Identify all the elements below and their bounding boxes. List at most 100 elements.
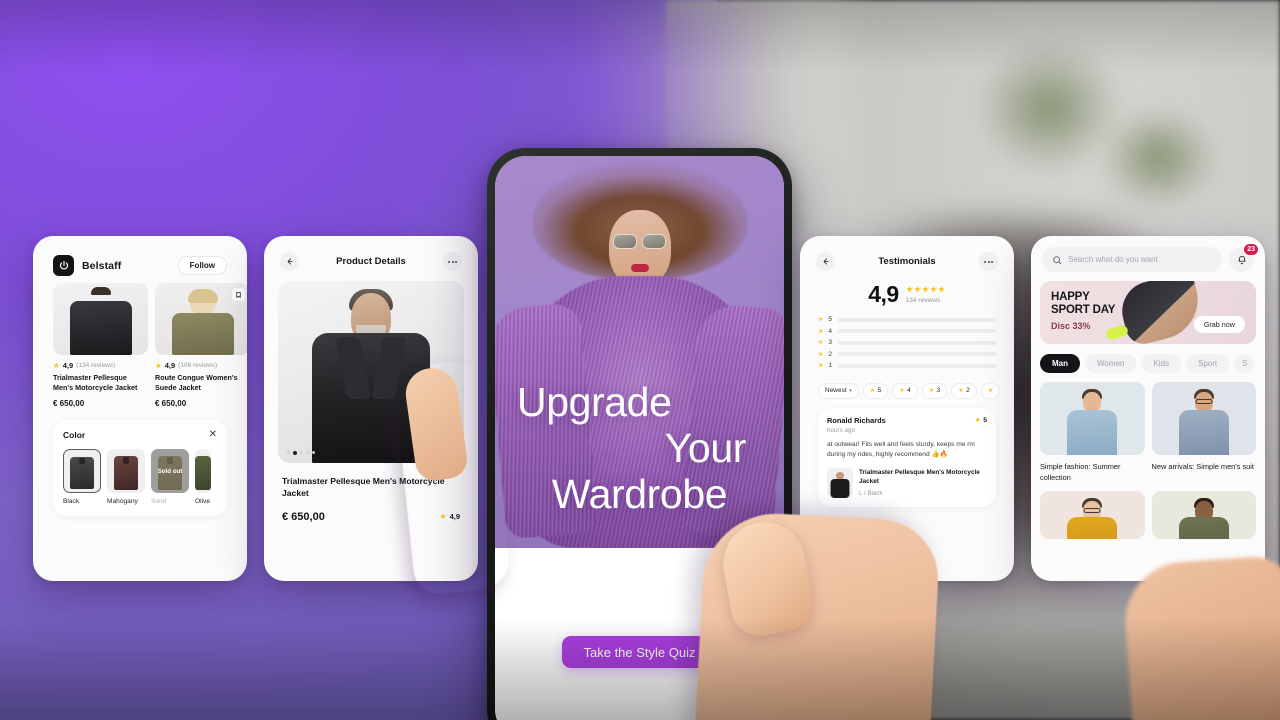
screenshot-stage: Belstaff Follow ★ 4,9 (134 reviews) Tria… — [0, 0, 1280, 720]
follow-button[interactable]: Follow — [177, 256, 227, 275]
product-card[interactable] — [1040, 491, 1145, 540]
rating-bar-track — [838, 329, 996, 333]
more-horizontal-icon[interactable] — [443, 252, 462, 271]
reviewer-name: Ronald Richards — [827, 415, 886, 425]
back-arrow-icon[interactable] — [816, 252, 835, 271]
far-right-hand — [1121, 554, 1280, 720]
filter-chip-2[interactable]: ★ 2 — [951, 382, 977, 399]
rating-bar-row: ★ 2 — [818, 351, 996, 358]
color-swatch-black[interactable]: Black — [63, 449, 101, 505]
notifications-button[interactable]: 23 — [1229, 243, 1259, 272]
color-selector-header: Color ✕ — [63, 430, 217, 441]
search-icon — [1053, 255, 1062, 264]
color-swatch-label: Sand — [151, 498, 167, 506]
chevron-down-icon: ▾ — [849, 387, 852, 394]
product-card[interactable]: Simple fashion: Summer collection — [1040, 382, 1145, 483]
belstaff-logo-icon — [53, 255, 74, 276]
category-chip-man[interactable]: Man — [1040, 354, 1080, 373]
review-count: (106 reviews) — [178, 362, 218, 369]
color-swatch-mahogany[interactable]: Mahogany — [107, 449, 145, 505]
product-card[interactable] — [1151, 491, 1256, 540]
star-icon: ★ — [928, 388, 935, 394]
rating-bar-track — [838, 340, 996, 345]
sort-label: Newest — [825, 387, 847, 394]
page-title: Testimonials — [878, 256, 936, 267]
product-grid-row-2 — [1040, 491, 1256, 540]
color-swatch-label: Mahogany — [107, 498, 138, 506]
rating-value: 4,9 — [164, 361, 176, 370]
rating-detail: ★★★★★ 134 reviews — [906, 284, 946, 306]
color-swatch-sand[interactable]: Sold out Sand — [151, 449, 189, 505]
overall-rating: 4,9 ★★★★★ 134 reviews — [810, 279, 1004, 316]
take-style-quiz-button[interactable]: Take the Style Quiz — [561, 636, 718, 668]
page-title: Product Details — [336, 256, 406, 267]
review-rating: ★ 5 — [974, 416, 987, 425]
hero-headline: Upgrade Your Wardrobe — [495, 379, 784, 518]
promo-athlete-image — [1115, 281, 1207, 344]
bookmark-icon[interactable] — [232, 288, 245, 301]
product-rating: ★ 4,9 (134 reviews) — [53, 361, 148, 370]
rating-bar-track — [838, 352, 996, 356]
color-swatch-olive[interactable]: Olive — [195, 449, 211, 505]
category-chip-sport[interactable]: Sport — [1185, 354, 1230, 373]
product-price: € 650,00 — [155, 399, 187, 409]
rating-bar-row: ★ 4 — [818, 328, 996, 335]
rating-bar-row: ★ 1 — [818, 362, 996, 369]
star-icon: ★ — [818, 351, 824, 358]
product-thumbnail — [53, 283, 148, 355]
star-icon: ★ — [818, 363, 824, 369]
sold-out-overlay: Sold out — [151, 449, 189, 494]
product-variant: L / Black — [859, 489, 883, 497]
bell-icon — [1237, 255, 1246, 264]
filter-chip-label: 4 — [907, 387, 911, 394]
product-title: Trialmaster Pellesque Men's Motorcycle J… — [859, 468, 980, 486]
category-chip-women[interactable]: Women — [1085, 354, 1137, 373]
grab-now-button[interactable]: Grab now — [1193, 316, 1245, 333]
color-swatch-label: Black — [63, 498, 80, 506]
testimonials-header: Testimonials — [810, 246, 1004, 279]
close-icon[interactable]: ✕ — [209, 430, 217, 440]
product-card[interactable]: ★ 4,9 (134 reviews) Trialmaster Pellesqu… — [53, 283, 148, 408]
category-chip-kids[interactable]: Kids — [1141, 354, 1181, 373]
rating-bar-label: 3 — [828, 339, 833, 346]
review-timestamp: hours ago — [827, 426, 856, 434]
product-thumbnail — [155, 283, 247, 355]
rating-value: 4,9 — [62, 361, 74, 370]
sort-dropdown[interactable]: Newest ▾ — [818, 382, 859, 399]
headline-line-1: Upgrade — [517, 379, 672, 425]
product-name: New arrivals: Simple men's suit — [1151, 462, 1254, 471]
back-arrow-icon[interactable] — [280, 252, 299, 271]
brand-shop-card: Belstaff Follow ★ 4,9 (134 reviews) Tria… — [33, 236, 247, 581]
color-label: Color — [63, 430, 86, 441]
brand-name: Belstaff — [82, 259, 122, 272]
star-icon: ★ — [818, 317, 824, 323]
background-plant-blur-2 — [1075, 86, 1242, 231]
product-image — [1040, 491, 1145, 540]
headline-line-3: Wardrobe — [551, 470, 728, 517]
filter-chip-5[interactable]: ★ 5 — [862, 382, 889, 399]
carousel-pager[interactable] — [287, 451, 315, 455]
filter-chip-label: 5 — [877, 387, 882, 394]
product-title: Trialmaster Pellesque Men's Motorcycle J… — [53, 373, 138, 393]
promo-banner[interactable]: HAPPY SPORT DAY Disc 33% Grab now — [1040, 281, 1256, 344]
search-row: Search what do you want 23 — [1040, 243, 1259, 272]
filter-chip-3[interactable]: ★ 3 — [921, 382, 948, 399]
category-chip-partial[interactable]: S — [1234, 354, 1255, 373]
reviewed-product[interactable]: Trialmaster Pellesque Men's Motorcycle J… — [827, 467, 987, 498]
rating-bar-row: ★ 5 — [818, 316, 996, 323]
more-horizontal-icon[interactable] — [979, 252, 998, 271]
rating-bar-label: 1 — [828, 362, 833, 369]
review-text: at outwear! Fits well and feels sturdy, … — [827, 440, 975, 458]
filter-chip-4[interactable]: ★ 4 — [892, 382, 918, 399]
search-input[interactable]: Search what do you want — [1042, 247, 1222, 272]
filter-chip-label: 2 — [966, 387, 970, 394]
star-icon: ★ — [155, 361, 162, 370]
product-card[interactable]: New arrivals: Simple men's suit — [1151, 382, 1256, 483]
review-filters: Newest ▾ ★ 5 ★ 4 ★ 3 ★ 2 ★ — [810, 374, 1004, 399]
notification-badge: 23 — [1243, 243, 1259, 256]
star-icon: ★ — [987, 388, 994, 394]
rating-distribution: ★ 5 ★ 4 ★ 3 ★ 2 ★ 1 — [810, 316, 1004, 369]
star-icon: ★ — [53, 361, 60, 370]
product-card[interactable]: ★ 4,9 (106 reviews) Route Congue Women's… — [155, 283, 247, 408]
filter-chip-1[interactable]: ★ — [980, 382, 1001, 399]
